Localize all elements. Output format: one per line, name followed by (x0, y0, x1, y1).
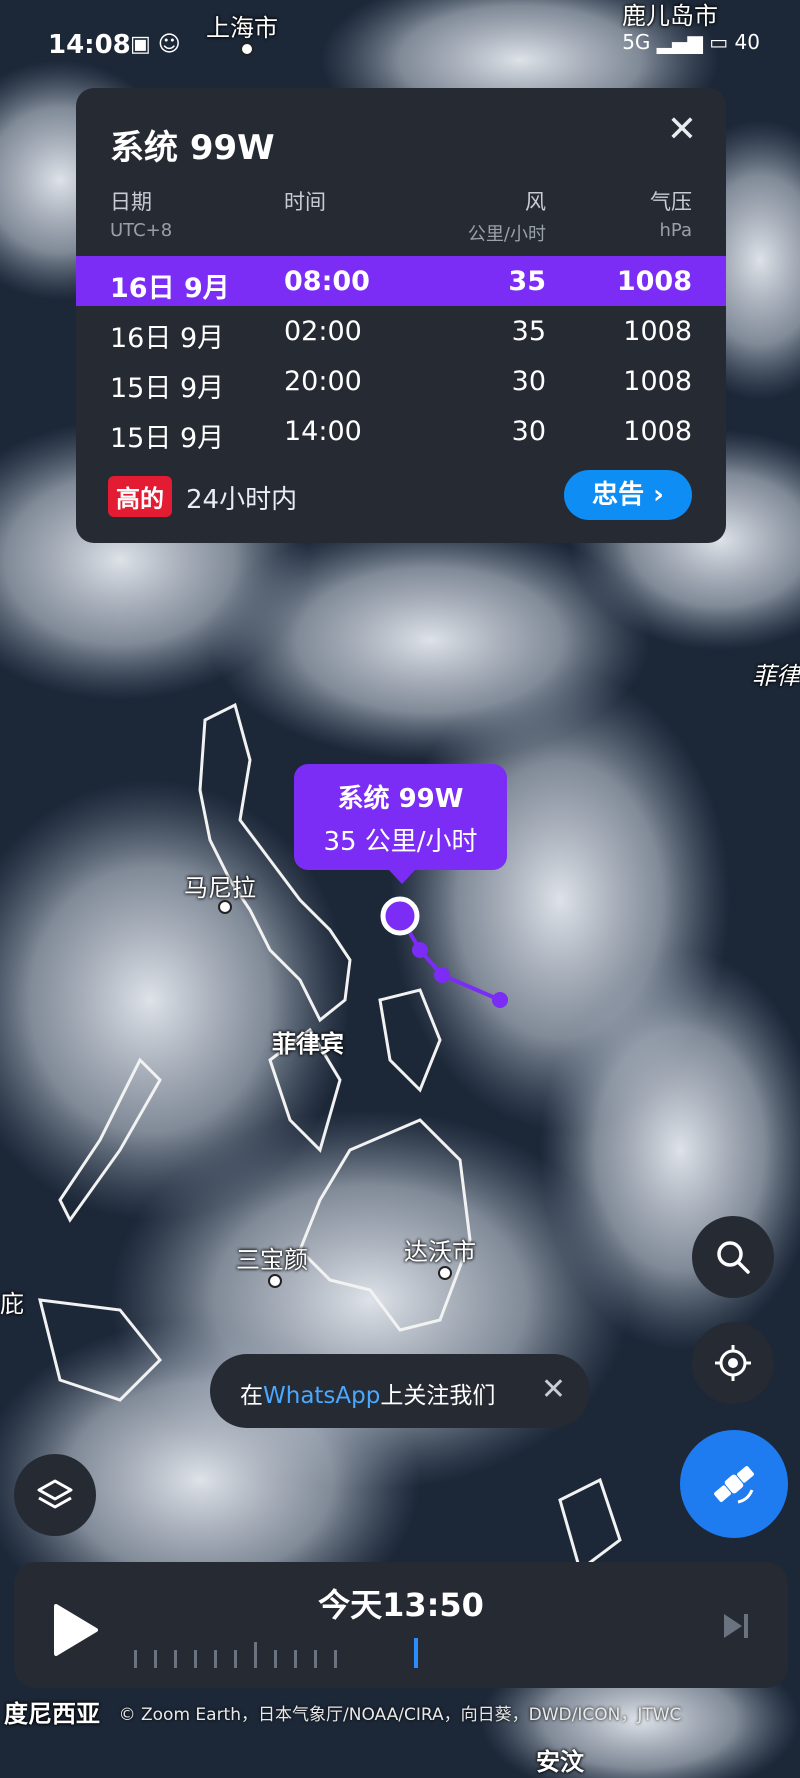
place-kagoshima: 鹿儿岛市 (622, 2, 718, 30)
city-dot (218, 900, 232, 914)
toast-text: 在WhatsApp上关注我们 (240, 1376, 495, 1410)
table-row[interactable]: 16日 9月 02:00 35 1008 (76, 306, 726, 356)
close-icon: ✕ (666, 109, 698, 150)
timeline-scrubber[interactable] (134, 1638, 654, 1668)
timeline-tick (254, 1642, 257, 1668)
track-point (492, 992, 508, 1008)
whatsapp-toast[interactable]: 在WhatsApp上关注我们 ✕ (210, 1354, 590, 1428)
close-button[interactable]: ✕ (662, 112, 702, 152)
cell-time: 08:00 (284, 266, 370, 297)
track-point (412, 942, 428, 958)
toast-suffix: 上关注我们 (380, 1383, 496, 1409)
place-davao: 达沃市 (404, 1238, 476, 1266)
timeline-tick (194, 1650, 197, 1668)
table-row[interactable]: 15日 9月 20:00 30 1008 (76, 356, 726, 406)
header-pressure: 气压 hPa (650, 186, 692, 241)
crosshair-icon (715, 1345, 751, 1381)
timeline-current-marker[interactable] (414, 1638, 418, 1668)
battery-icon: ▭ (709, 30, 729, 54)
signal-icon: ▂▄▆ (656, 30, 710, 54)
cell-pressure: 1008 (623, 416, 692, 447)
cell-pressure: 1008 (623, 366, 692, 397)
table-row-selected[interactable]: 16日 9月 08:00 35 1008 (76, 256, 726, 306)
locate-button[interactable] (692, 1322, 774, 1404)
storm-label-speed: 35 公里/小时 (323, 827, 478, 857)
play-icon[interactable] (50, 1602, 100, 1658)
cell-time: 02:00 (284, 316, 362, 347)
advisory-label: 忠告 (592, 480, 645, 510)
status-right: 5G ▂▄▆ ▭ 40 (622, 30, 760, 54)
timeline-bar: 今天13:50 (14, 1562, 788, 1688)
header-date: 日期 UTC+8 (110, 186, 172, 241)
storm-info-panel: 系统 99W ✕ 日期 UTC+8 时间 风 公里/小时 气压 hPa 16日 … (76, 88, 726, 543)
satellite-icon (714, 1466, 754, 1504)
place-philippines-sea: 菲律 (752, 662, 800, 690)
network-label: 5G (622, 30, 651, 54)
timeline-tick (134, 1650, 137, 1668)
header-time: 时间 (284, 186, 326, 216)
city-dot (438, 1266, 452, 1280)
timeline-tick (154, 1650, 157, 1668)
place-ambon: 安汶 (536, 1748, 584, 1776)
timeline-tick (294, 1650, 297, 1668)
city-dot (240, 42, 254, 56)
storm-label-name: 系统 99W (337, 784, 464, 814)
cell-date: 16日 9月 (110, 323, 225, 354)
cell-wind: 35 (508, 266, 546, 297)
search-icon (717, 1241, 750, 1274)
whatsapp-link[interactable]: WhatsApp (263, 1383, 380, 1409)
header-wind-label: 风 (525, 190, 546, 214)
header-time-label: 时间 (284, 190, 326, 214)
advisory-button[interactable]: 忠告 › (564, 470, 692, 520)
notification-icons: ▣ ☺ (130, 32, 181, 57)
layers-icon (37, 1479, 73, 1509)
cell-wind: 30 (511, 366, 546, 397)
cell-date: 15日 9月 (110, 373, 225, 404)
header-date-unit: UTC+8 (110, 220, 173, 241)
header-pressure-label: 气压 (650, 190, 692, 214)
place-left-edge: 庇 (0, 1290, 24, 1318)
timeline-tick (334, 1650, 337, 1668)
toast-close-icon[interactable]: ✕ (541, 1372, 566, 1407)
layers-button[interactable] (14, 1454, 96, 1536)
cell-time: 14:00 (284, 416, 362, 447)
risk-timeframe: 24小时内 (186, 485, 298, 515)
storm-label[interactable]: 系统 99W 35 公里/小时 (294, 764, 507, 884)
cell-wind: 30 (511, 416, 546, 447)
timeline-tick (314, 1650, 317, 1668)
timeline-tick (174, 1650, 177, 1668)
chevron-right-icon: › (653, 480, 664, 510)
toast-prefix: 在 (240, 1383, 263, 1409)
header-wind: 风 公里/小时 (468, 186, 546, 246)
header-wind-unit: 公里/小时 (467, 224, 546, 245)
timeline-current-time: 今天13:50 (318, 1586, 484, 1624)
header-date-label: 日期 (110, 190, 152, 214)
table-row[interactable]: 15日 9月 14:00 30 1008 (76, 406, 726, 456)
place-zamboanga: 三宝颜 (236, 1246, 308, 1274)
timeline-tick (274, 1650, 277, 1668)
track-point (434, 967, 450, 983)
cell-pressure: 1008 (616, 266, 692, 297)
header-pressure-unit: hPa (659, 220, 692, 241)
cell-time: 20:00 (284, 366, 362, 397)
place-manila: 马尼拉 (184, 874, 256, 902)
status-time: 14:08 (48, 30, 131, 60)
cell-date: 15日 9月 (110, 423, 225, 454)
place-philippines: 菲律宾 (272, 1030, 344, 1058)
search-button[interactable] (692, 1216, 774, 1298)
storm-title: 系统 99W (110, 128, 275, 168)
timeline-tick (214, 1650, 217, 1668)
satellite-button[interactable] (680, 1430, 788, 1538)
storm-current-position (380, 896, 420, 936)
cell-wind: 35 (511, 316, 546, 347)
battery-level: 40 (734, 30, 760, 54)
skip-forward-icon[interactable] (720, 1610, 752, 1642)
cell-pressure: 1008 (623, 316, 692, 347)
cell-date: 16日 9月 (110, 273, 230, 304)
timeline-tick (234, 1650, 237, 1668)
city-dot (268, 1274, 282, 1288)
risk-badge: 高的 (108, 476, 172, 517)
place-shanghai: 上海市 (206, 14, 278, 42)
attribution: © Zoom Earth，日本气象厅/NOAA/CIRA，向日葵，DWD/ICO… (118, 1705, 682, 1725)
